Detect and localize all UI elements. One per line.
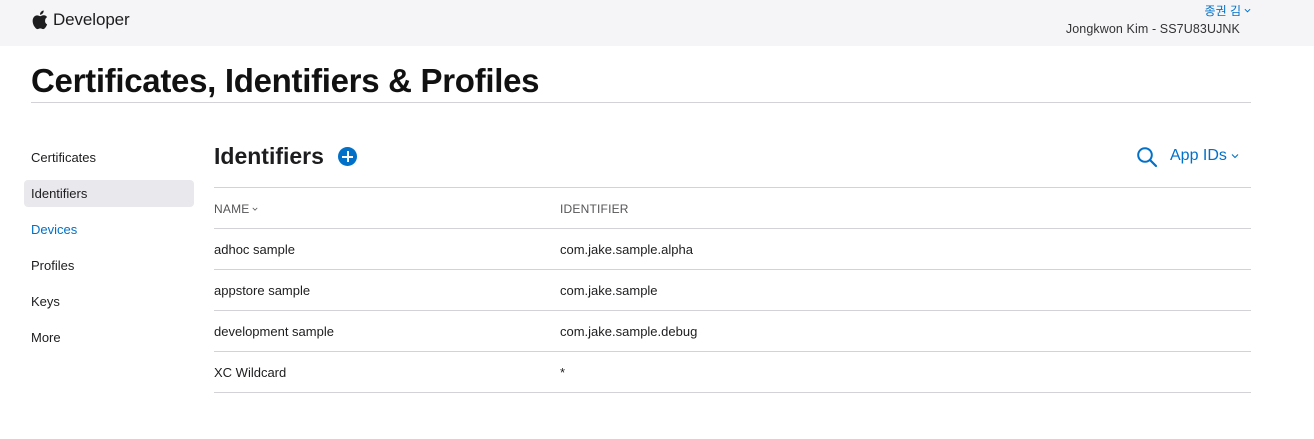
cell-name: adhoc sample	[214, 242, 295, 257]
identifier-type-filter[interactable]: App IDs	[1170, 147, 1239, 165]
identifiers-table: NAME IDENTIFIER adhoc sample com.jake.sa…	[214, 188, 1251, 393]
sidebar-item-more[interactable]: More	[24, 324, 194, 351]
column-header-identifier: IDENTIFIER	[560, 202, 629, 216]
sidebar-item-certificates[interactable]: Certificates	[24, 144, 194, 171]
column-header-name-label: NAME	[214, 202, 250, 216]
cell-identifier: com.jake.sample.debug	[560, 324, 698, 339]
table-row[interactable]: appstore sample com.jake.sample	[214, 270, 1251, 311]
chevron-down-icon	[1231, 154, 1239, 159]
table-row[interactable]: adhoc sample com.jake.sample.alpha	[214, 229, 1251, 270]
cell-identifier: com.jake.sample.alpha	[560, 242, 693, 257]
account-name: 종권 김	[1204, 4, 1241, 18]
global-header: Developer 종권 김 Jongkwon Kim - SS7U83UJNK	[0, 0, 1314, 46]
table-row[interactable]: development sample com.jake.sample.debug	[214, 311, 1251, 352]
sidebar-item-profiles[interactable]: Profiles	[24, 252, 194, 279]
cell-identifier: *	[560, 365, 566, 380]
sidebar-item-keys[interactable]: Keys	[24, 288, 194, 315]
column-header-name[interactable]: NAME	[214, 202, 259, 216]
cell-name: appstore sample	[214, 283, 311, 298]
sidebar-nav: Certificates Identifiers Devices Profile…	[24, 144, 194, 360]
table-row[interactable]: XC Wildcard *	[214, 352, 1251, 393]
team-name: Jongkwon Kim - SS7U83UJNK	[1065, 22, 1240, 36]
add-identifier-button[interactable]	[338, 147, 357, 166]
account-menu[interactable]: 종권 김	[1205, 2, 1251, 19]
brand[interactable]: Developer	[31, 8, 130, 32]
page-title: Certificates, Identifiers & Profiles	[31, 62, 540, 99]
cell-identifier: com.jake.sample	[560, 283, 658, 298]
section-title: Identifiers	[214, 143, 324, 169]
table-header: NAME IDENTIFIER	[214, 188, 1251, 229]
section-header: Identifiers App IDs	[214, 140, 1251, 188]
brand-label: Developer	[53, 10, 130, 29]
apple-logo-icon	[32, 10, 48, 30]
search-icon	[1137, 147, 1158, 168]
cell-name: development sample	[214, 324, 334, 339]
cell-name: XC Wildcard	[214, 365, 287, 380]
chevron-down-icon	[1244, 8, 1251, 13]
sidebar-item-identifiers[interactable]: Identifiers	[24, 180, 194, 207]
title-divider	[31, 102, 1251, 103]
sidebar-item-devices[interactable]: Devices	[24, 216, 194, 243]
identifiers-panel: Identifiers App IDs NAME IDENTIFIER adho…	[214, 140, 1251, 393]
filter-label: App IDs	[1170, 147, 1227, 164]
chevron-down-icon	[252, 207, 259, 211]
search-button[interactable]	[1136, 146, 1158, 168]
